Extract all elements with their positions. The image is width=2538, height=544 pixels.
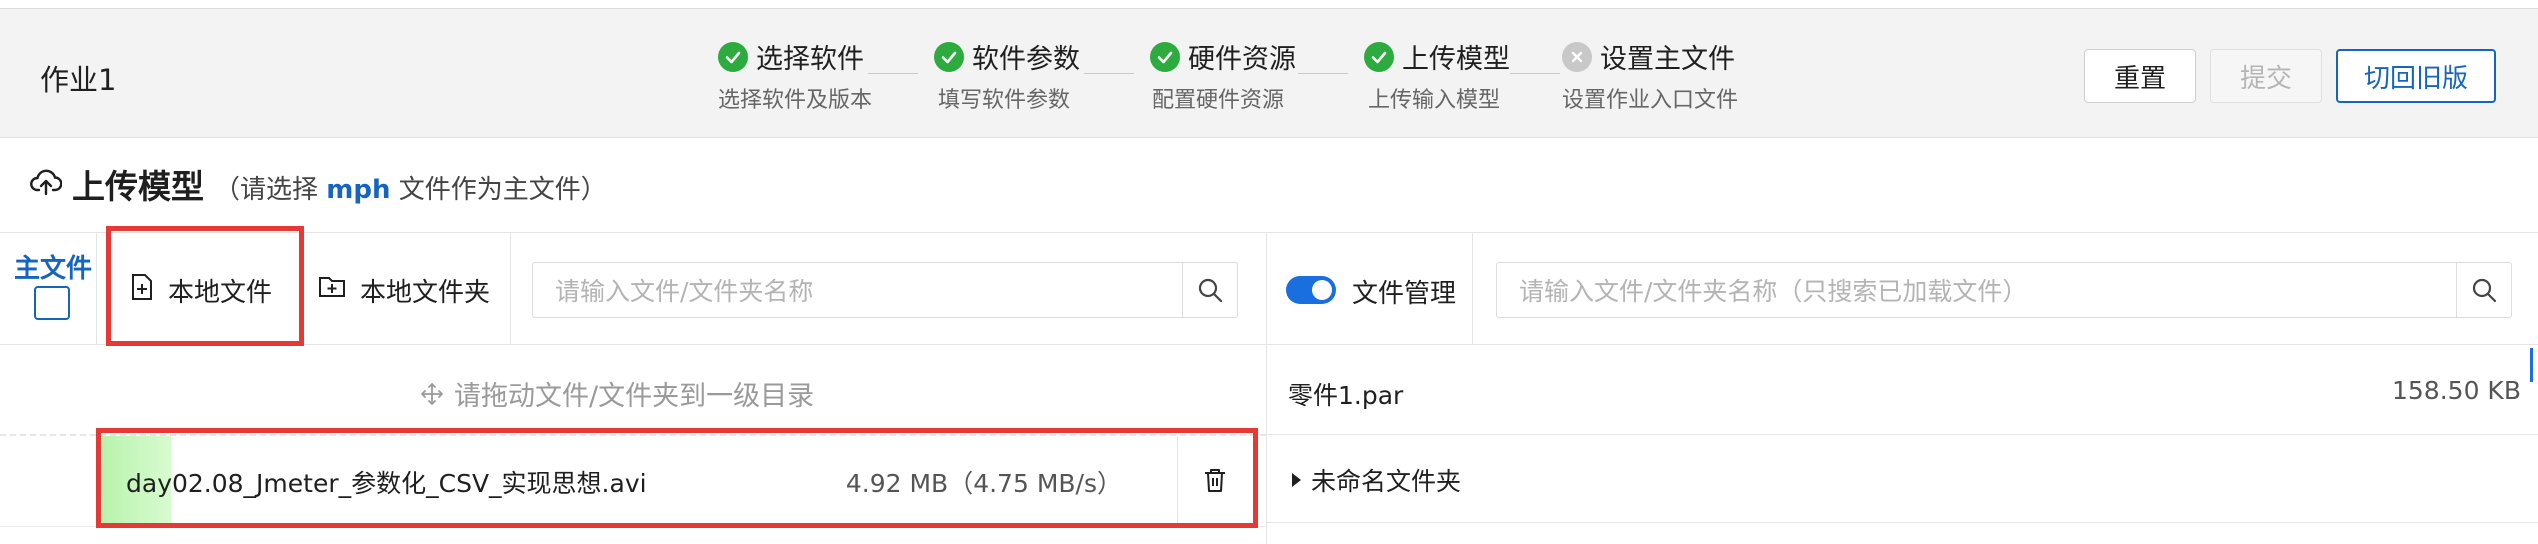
step-connector bbox=[1298, 73, 1348, 74]
row-border bbox=[1266, 434, 2538, 435]
check-circle-icon bbox=[1364, 41, 1394, 72]
folder-add-icon bbox=[318, 275, 346, 306]
divider bbox=[1472, 232, 1473, 344]
right-folder-item[interactable]: 未命名文件夹 bbox=[1292, 462, 1461, 498]
main-file-label: 主文件 bbox=[14, 254, 93, 284]
job-title: 作业1 bbox=[40, 63, 117, 97]
step-desc: 填写软件参数 bbox=[938, 88, 1071, 113]
step-software-params[interactable]: 软件参数 填写软件参数 bbox=[934, 37, 1080, 114]
right-search-input[interactable]: 请输入文件/文件夹名称（只搜索已加载文件） bbox=[1497, 272, 2456, 308]
step-title: 选择软件 bbox=[756, 44, 864, 75]
panel-divider bbox=[1266, 232, 1267, 544]
divider bbox=[96, 232, 97, 344]
toggle-knob bbox=[1312, 280, 1332, 300]
step-connector bbox=[868, 73, 918, 74]
right-file-name[interactable]: 零件1.par bbox=[1288, 376, 1403, 412]
hint-prefix: （请选择 bbox=[214, 175, 319, 205]
move-icon bbox=[421, 382, 443, 405]
check-circle-icon bbox=[1150, 41, 1180, 72]
divider bbox=[510, 232, 511, 344]
step-desc: 设置作业入口文件 bbox=[1562, 88, 1739, 113]
step-title: 硬件资源 bbox=[1188, 44, 1296, 75]
submit-button[interactable]: 提交 bbox=[2210, 49, 2322, 103]
right-file-size: 158.50 KB bbox=[2392, 376, 2521, 405]
highlight-frame-local-file bbox=[106, 226, 304, 346]
step-select-software[interactable]: 选择软件 选择软件及版本 bbox=[718, 37, 872, 114]
main-file-checkbox[interactable] bbox=[34, 286, 70, 320]
step-title: 上传模型 bbox=[1402, 44, 1510, 75]
toolbar-bottom-border bbox=[0, 344, 2538, 345]
right-folder-name: 未命名文件夹 bbox=[1311, 467, 1462, 496]
section-hint: （请选择 mph 文件作为主文件） bbox=[214, 169, 607, 206]
highlight-frame-upload-item bbox=[96, 428, 1258, 528]
left-search-button[interactable] bbox=[1182, 263, 1237, 317]
step-title: 设置主文件 bbox=[1600, 44, 1735, 75]
step-desc: 上传输入模型 bbox=[1368, 88, 1501, 113]
local-folder-button[interactable]: 本地文件夹 bbox=[318, 272, 490, 309]
check-circle-icon bbox=[934, 41, 964, 72]
step-set-main-file[interactable]: 设置主文件 设置作业入口文件 bbox=[1562, 37, 1738, 114]
section-title-text: 上传模型 bbox=[72, 167, 204, 206]
section-title: 上传模型 （请选择 mph 文件作为主文件） bbox=[30, 160, 607, 208]
reset-button[interactable]: 重置 bbox=[2084, 49, 2196, 103]
left-search-input[interactable]: 请输入文件/文件夹名称 bbox=[533, 272, 1182, 308]
step-connector bbox=[1084, 73, 1134, 74]
drop-hint-text: 请拖动文件/文件夹到一级目录 bbox=[454, 381, 815, 412]
left-search-box[interactable]: 请输入文件/文件夹名称 bbox=[532, 262, 1238, 318]
right-search-box[interactable]: 请输入文件/文件夹名称（只搜索已加载文件） bbox=[1496, 262, 2512, 318]
search-icon bbox=[2472, 278, 2497, 303]
toolbar-top-border bbox=[0, 232, 2538, 233]
step-connector bbox=[1510, 73, 1560, 74]
right-search-button[interactable] bbox=[2456, 263, 2511, 317]
hint-suffix: 文件作为主文件） bbox=[398, 175, 607, 205]
check-circle-icon bbox=[718, 41, 748, 72]
close-circle-icon bbox=[1562, 41, 1592, 72]
step-title: 软件参数 bbox=[972, 44, 1080, 75]
step-hardware[interactable]: 硬件资源 配置硬件资源 bbox=[1150, 37, 1296, 114]
step-upload-model[interactable]: 上传模型 上传输入模型 bbox=[1364, 37, 1510, 114]
search-icon bbox=[1198, 278, 1223, 303]
hint-extension: mph bbox=[326, 175, 391, 205]
step-desc: 配置硬件资源 bbox=[1152, 88, 1285, 113]
scrollbar-indicator[interactable] bbox=[2530, 348, 2533, 382]
cloud-upload-icon bbox=[30, 168, 63, 200]
file-manage-label: 文件管理 bbox=[1352, 279, 1457, 309]
step-desc: 选择软件及版本 bbox=[718, 88, 873, 113]
local-folder-label: 本地文件夹 bbox=[360, 278, 491, 308]
file-manage-toggle[interactable] bbox=[1286, 276, 1336, 304]
drop-zone-hint[interactable]: 请拖动文件/文件夹到一级目录 bbox=[420, 374, 814, 413]
caret-right-icon[interactable] bbox=[1292, 473, 1301, 487]
row-border bbox=[1266, 522, 2538, 523]
switch-old-version-button[interactable]: 切回旧版 bbox=[2336, 49, 2496, 103]
job-header: 作业1 选择软件 选择软件及版本 软件参数 填写软件参数 硬件资源 配置硬件资源 bbox=[0, 8, 2538, 138]
